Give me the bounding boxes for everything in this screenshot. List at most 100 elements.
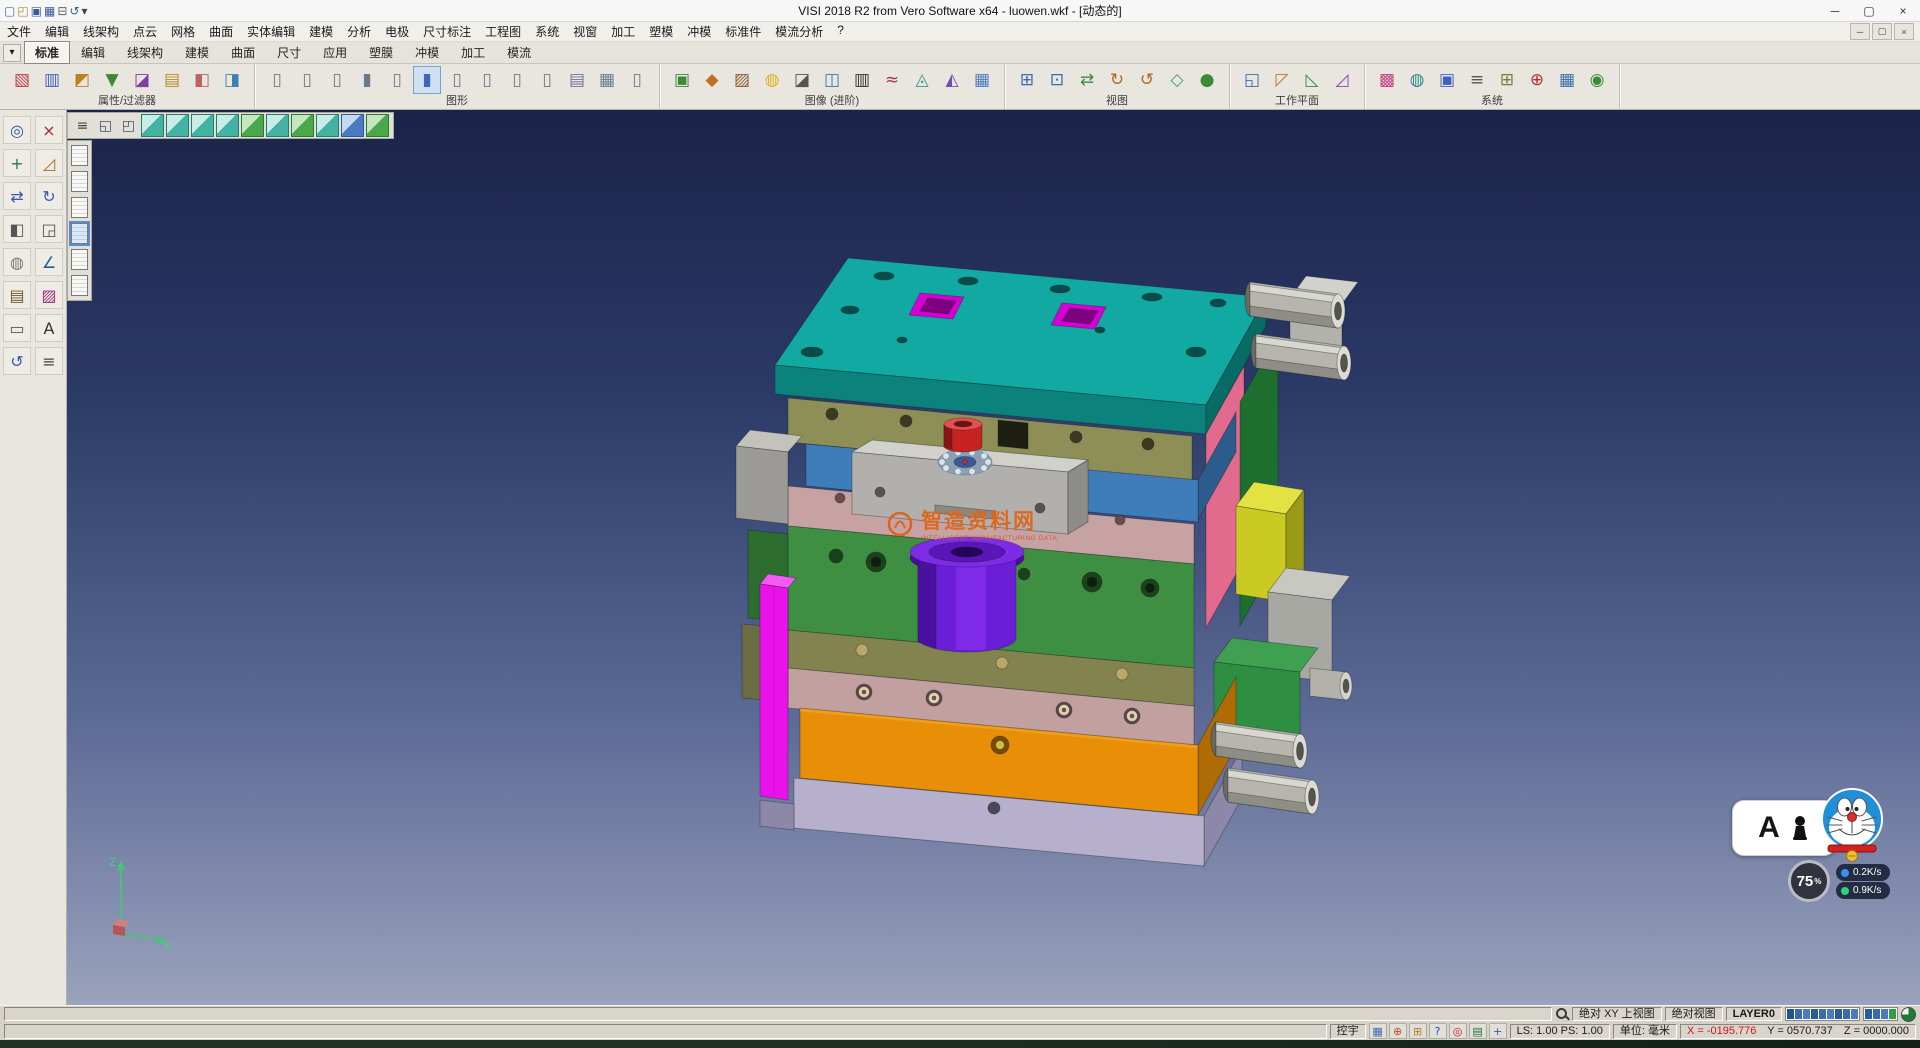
blank-entity-icon[interactable]: ▯ <box>533 66 561 94</box>
quick-select-icon[interactable]: ◨ <box>218 66 246 94</box>
display-settings-icon[interactable]: ▣ <box>1433 66 1461 94</box>
menu-item-15[interactable]: 塑模 <box>642 23 680 40</box>
tab-10[interactable]: 模流 <box>496 41 542 64</box>
save-icon[interactable]: ▣ <box>31 4 42 18</box>
show-surfaces-icon[interactable]: ▯ <box>323 66 351 94</box>
workplane-toggle-icon[interactable]: ◿ <box>1328 66 1356 94</box>
layer-toggle-icon[interactable]: ▤ <box>1469 1023 1487 1039</box>
magnet-filter-icon[interactable]: ◩ <box>68 66 96 94</box>
shadows-icon[interactable]: ◪ <box>788 66 816 94</box>
scale-indicator[interactable]: LS: 1.00 PS: 1.00 <box>1510 1024 1610 1039</box>
offset-icon[interactable]: ◍ <box>3 248 31 276</box>
menu-item-7[interactable]: 建模 <box>302 23 340 40</box>
redraw-icon[interactable]: ● <box>1193 66 1221 94</box>
tab-6[interactable]: 应用 <box>312 41 358 64</box>
target-icon[interactable]: ◎ <box>1449 1023 1467 1039</box>
axis-toggle-icon[interactable]: + <box>1489 1023 1507 1039</box>
menu-item-1[interactable]: 编辑 <box>38 23 76 40</box>
menu-item-14[interactable]: 加工 <box>604 23 642 40</box>
view-menu-icon[interactable]: ≡ <box>72 115 93 136</box>
view-page-2-icon[interactable] <box>71 171 88 192</box>
wireframe-icon[interactable]: ▯ <box>383 66 411 94</box>
transparency-icon[interactable]: ▯ <box>443 66 471 94</box>
layer-manager-icon[interactable]: ▤ <box>563 66 591 94</box>
preferences-icon[interactable]: ≡ <box>1463 66 1491 94</box>
tab-3[interactable]: 建模 <box>174 41 220 64</box>
menu-item-4[interactable]: 网格 <box>164 23 202 40</box>
mdi-close-button[interactable]: × <box>1894 23 1914 40</box>
sketch-icon[interactable]: ◿ <box>35 149 63 177</box>
open-file-icon[interactable]: ◰ <box>17 4 28 18</box>
print-icon[interactable]: ⊟ <box>57 4 67 18</box>
snap-point-icon[interactable]: + <box>3 149 31 177</box>
tab-1[interactable]: 编辑 <box>70 41 116 64</box>
usage-percent-badge[interactable]: 75% <box>1788 860 1830 902</box>
draft-analysis-icon[interactable]: ◬ <box>908 66 936 94</box>
tab-dropdown-icon[interactable]: ▾ <box>3 44 21 62</box>
front-view-cube-icon[interactable] <box>166 114 189 137</box>
right-view-cube-icon[interactable] <box>216 114 239 137</box>
compare-icon[interactable]: ◭ <box>938 66 966 94</box>
tab-8[interactable]: 冲模 <box>404 41 450 64</box>
view-page-4-icon[interactable] <box>71 223 88 244</box>
erase-icon[interactable]: ▭ <box>3 314 31 342</box>
menu-item-9[interactable]: 电极 <box>378 23 416 40</box>
absolute-view-indicator[interactable]: 绝对视图 <box>1665 1007 1723 1021</box>
snap-mode-icon[interactable]: ⊕ <box>1389 1023 1407 1039</box>
tab-2[interactable]: 线架构 <box>116 41 174 64</box>
hide-entity-icon[interactable]: ▯ <box>503 66 531 94</box>
grid-toggle-icon[interactable]: ⊞ <box>1409 1023 1427 1039</box>
tab-0[interactable]: 标准 <box>24 41 70 64</box>
workplane-standard-icon[interactable]: ◱ <box>1238 66 1266 94</box>
menu-item-6[interactable]: 实体编辑 <box>240 23 302 40</box>
text-icon[interactable]: A <box>35 314 63 342</box>
workplane-3points-icon[interactable]: ◸ <box>1268 66 1296 94</box>
hatch-icon[interactable]: ▨ <box>35 281 63 309</box>
attribute-paint-icon[interactable]: ▧ <box>8 66 36 94</box>
view-iso-icon[interactable]: ◇ <box>1163 66 1191 94</box>
viewport-canvas[interactable]: Z X ≡◱◰ 智造资料网 INTELLIGENT MANUFACTURING … <box>67 110 1920 1005</box>
snap-settings-icon[interactable]: ⊕ <box>1523 66 1551 94</box>
toolbar-options-icon[interactable]: ▾ <box>82 4 88 18</box>
screen-capture-icon[interactable]: ▦ <box>1369 1023 1387 1039</box>
info-icon[interactable]: ◉ <box>1583 66 1611 94</box>
workplane-entity-icon[interactable]: ◺ <box>1298 66 1326 94</box>
mirror-icon[interactable]: ◧ <box>3 215 31 243</box>
rotate-icon[interactable]: ↻ <box>35 182 63 210</box>
layer-color-bar-1[interactable] <box>1785 1007 1860 1021</box>
close-button[interactable]: × <box>1886 0 1920 21</box>
render-icon[interactable]: ▣ <box>668 66 696 94</box>
menu-item-16[interactable]: 冲模 <box>680 23 718 40</box>
bottom-view-cube-icon[interactable] <box>291 114 314 137</box>
view-page-1-icon[interactable] <box>71 145 88 166</box>
scale-icon[interactable]: ◲ <box>35 215 63 243</box>
layers-icon[interactable]: ▤ <box>3 281 31 309</box>
view-page-6-icon[interactable] <box>71 275 88 296</box>
selection-filter-icon[interactable]: ▼ <box>98 66 126 94</box>
linetype-icon[interactable]: ▯ <box>623 66 651 94</box>
measure-icon[interactable]: ∠ <box>35 248 63 276</box>
pan-icon[interactable]: ⇄ <box>1073 66 1101 94</box>
tab-5[interactable]: 尺寸 <box>266 41 312 64</box>
menu-item-2[interactable]: 线架构 <box>76 23 126 40</box>
layer-filter-icon[interactable]: ▤ <box>158 66 186 94</box>
calculator-icon[interactable]: ▦ <box>1553 66 1581 94</box>
grid-icon[interactable]: ⊞ <box>1493 66 1521 94</box>
menu-item-17[interactable]: 标准件 <box>718 23 768 40</box>
attribute-copy-icon[interactable]: ▥ <box>38 66 66 94</box>
lights-icon[interactable]: ◍ <box>758 66 786 94</box>
snap-mode-cell[interactable]: 控宇 <box>1330 1024 1366 1039</box>
orbit-icon[interactable]: ↻ <box>1103 66 1131 94</box>
show-solids-icon[interactable]: ▮ <box>353 66 381 94</box>
globe-icon[interactable]: ◍ <box>1403 66 1431 94</box>
undo-tree-icon[interactable]: ↺ <box>3 347 31 375</box>
tab-9[interactable]: 加工 <box>450 41 496 64</box>
menu-item-3[interactable]: 点云 <box>126 23 164 40</box>
maximize-button[interactable]: ▢ <box>1852 0 1886 21</box>
help-icon[interactable]: ? <box>1429 1023 1447 1039</box>
translate-icon[interactable]: ⇄ <box>3 182 31 210</box>
menu-item-19[interactable]: ? <box>830 23 851 40</box>
menu-item-13[interactable]: 视窗 <box>566 23 604 40</box>
textures-icon[interactable]: ▨ <box>728 66 756 94</box>
previous-view-icon[interactable]: ↺ <box>1133 66 1161 94</box>
